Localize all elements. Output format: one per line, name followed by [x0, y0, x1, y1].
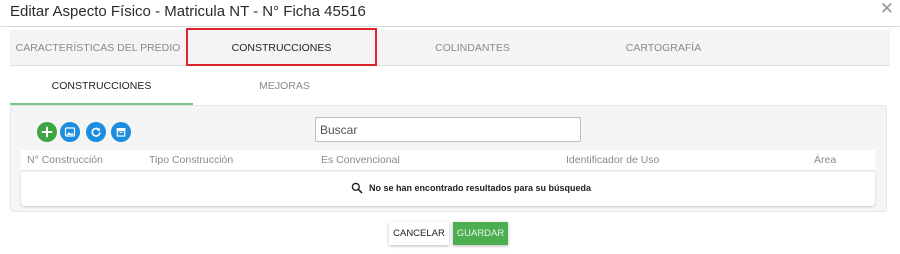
table-body: No se han encontrado resultados para su … [21, 172, 875, 206]
image-icon [64, 127, 76, 137]
empty-state: No se han encontrado resultados para su … [351, 180, 591, 196]
tab-colindantes[interactable]: COLINDANTES [377, 30, 568, 66]
empty-message: No se han encontrado resultados para su … [369, 183, 592, 193]
save-button[interactable]: GUARDAR [453, 222, 508, 245]
refresh-button[interactable] [86, 122, 106, 142]
image-button[interactable] [60, 122, 80, 142]
tab-caracteristicas-del-predio[interactable]: CARACTERÍSTICAS DEL PREDIO [10, 30, 186, 66]
subtab-mejoras[interactable]: MEJORAS [193, 67, 376, 105]
add-icon [41, 126, 53, 138]
search-input[interactable] [315, 117, 581, 142]
search-icon [351, 182, 363, 194]
dialog-title: Editar Aspecto Físico - Matricula NT - N… [10, 3, 366, 20]
main-tabs: CARACTERÍSTICAS DEL PREDIO CONSTRUCCIONE… [10, 30, 890, 66]
archive-icon [116, 128, 126, 137]
column-area[interactable]: Área [814, 150, 836, 171]
table-header: N° Construcción Tipo Construcción Es Con… [21, 150, 875, 171]
subtab-construcciones[interactable]: CONSTRUCCIONES [10, 67, 193, 105]
sub-tabs: CONSTRUCCIONES MEJORAS [10, 67, 890, 105]
column-identificador-de-uso[interactable]: Identificador de Uso [566, 150, 659, 171]
tab-cartografia[interactable]: CARTOGRAFÍA [568, 30, 759, 66]
column-tipo-construccion[interactable]: Tipo Construcción [149, 150, 233, 171]
refresh-icon [91, 127, 101, 137]
cancel-button[interactable]: CANCELAR [389, 222, 449, 245]
title-divider [0, 26, 900, 27]
column-n-construccion[interactable]: N° Construcción [27, 150, 103, 171]
close-icon[interactable]: ✕ [880, 0, 894, 17]
tab-construcciones[interactable]: CONSTRUCCIONES [186, 30, 377, 66]
archive-button[interactable] [111, 122, 131, 142]
column-es-convencional[interactable]: Es Convencional [321, 150, 400, 171]
add-button[interactable] [37, 122, 57, 142]
